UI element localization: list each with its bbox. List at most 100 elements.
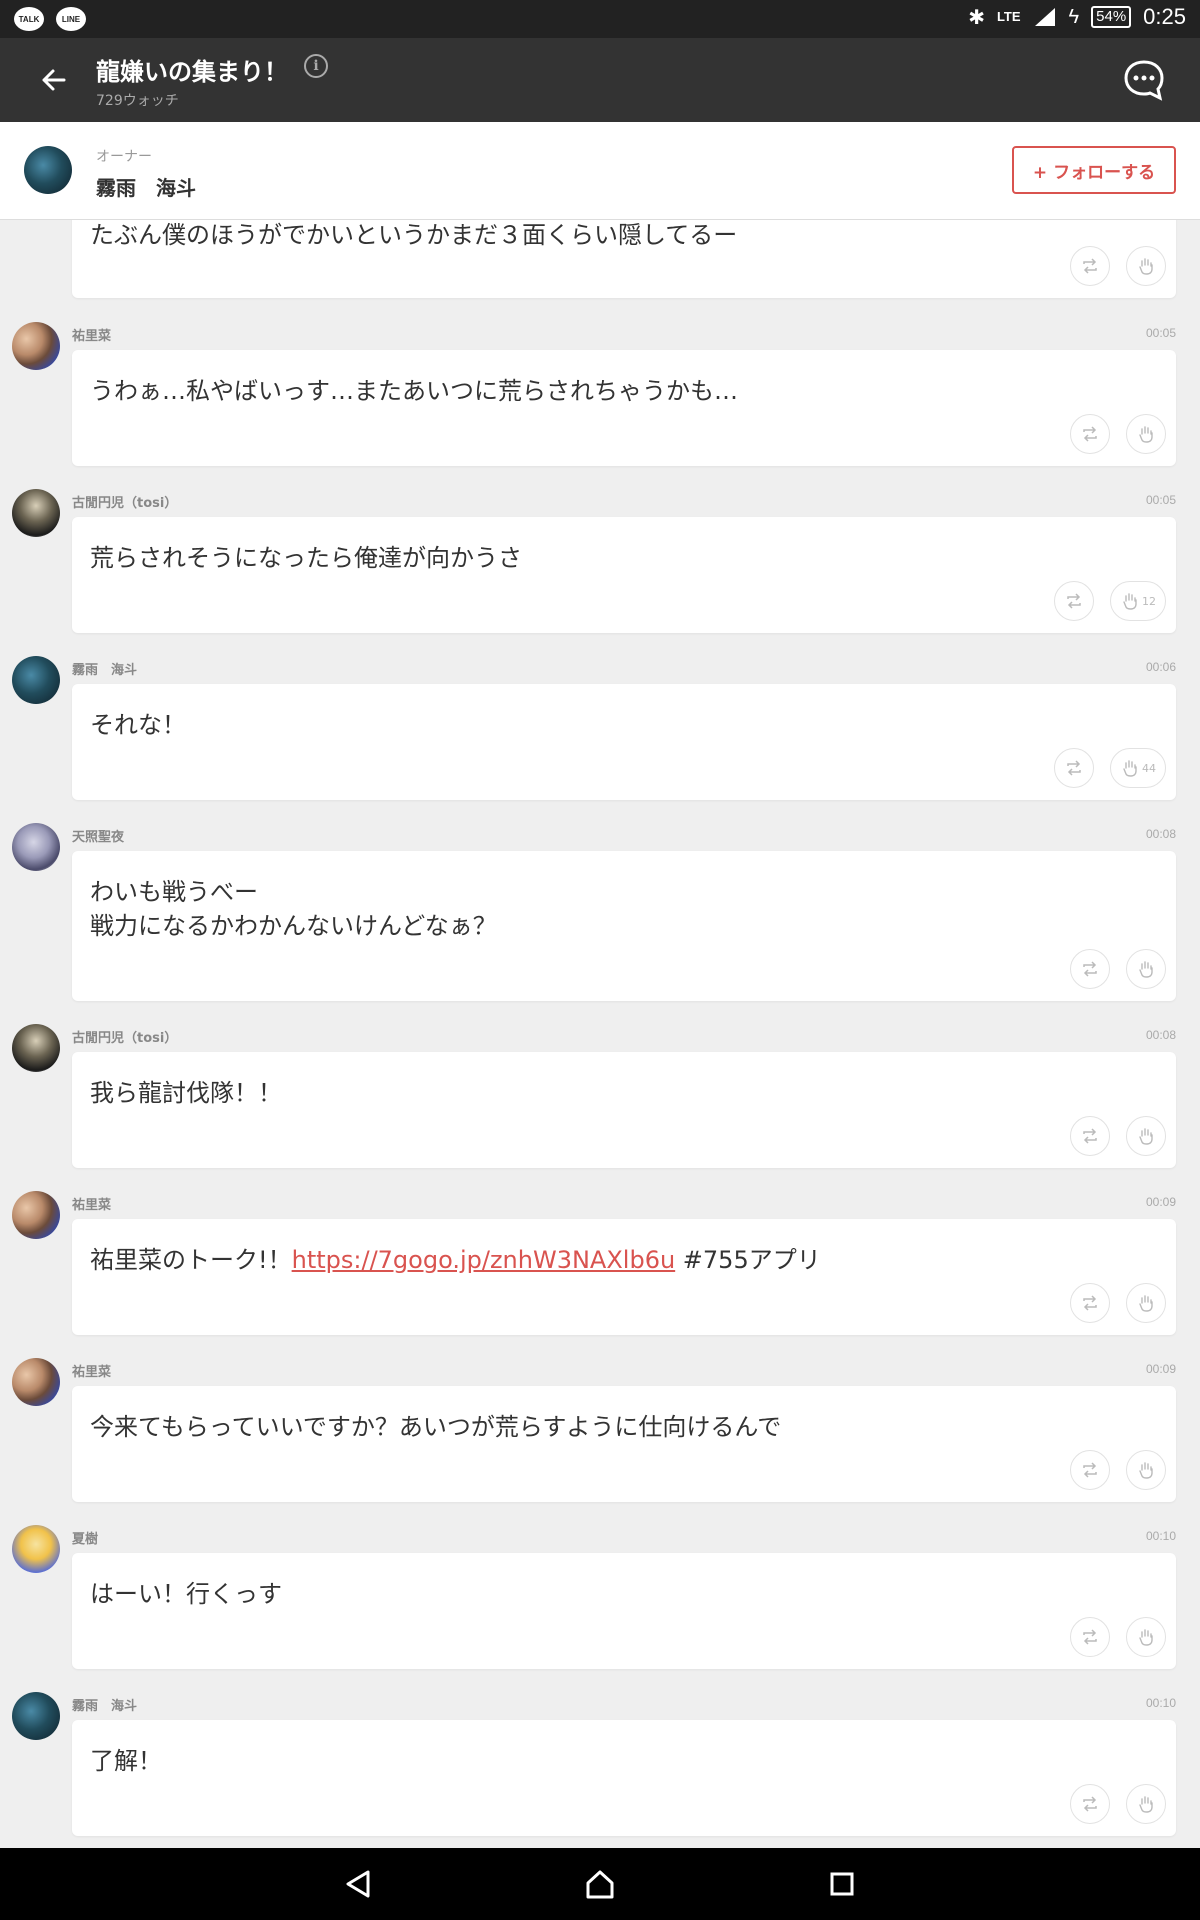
clap-hand-icon <box>1139 1295 1153 1312</box>
message-text: 了解！ <box>90 1747 162 1775</box>
system-nav-bar <box>0 1848 1200 1920</box>
message-card: 今来てもらっていいですか？あいつが荒らすように仕向けるんで <box>72 1386 1176 1502</box>
author-name[interactable]: 祐里菜 <box>72 1194 111 1213</box>
repost-button[interactable] <box>1070 1450 1110 1490</box>
author-name[interactable]: 夏樹 <box>72 1528 98 1547</box>
clap-hand-icon <box>1139 1796 1153 1813</box>
repost-icon <box>1067 760 1081 776</box>
repost-icon <box>1083 1128 1097 1144</box>
message-feed[interactable]: たぶん僕のほうがでかいというかまだ３面くらい隠してるー 祐里菜 00:05 うわ… <box>0 220 1200 1848</box>
owner-avatar[interactable] <box>24 146 72 194</box>
message-card: 祐里菜のトーク!！https://7gogo.jp/znhW3NAXlb6u #… <box>72 1219 1176 1335</box>
message-link[interactable]: https://7gogo.jp/znhW3NAXlb6u <box>292 1246 676 1274</box>
message-text: 祐里菜のトーク!！https://7gogo.jp/znhW3NAXlb6u #… <box>90 1243 821 1277</box>
post-time: 00:10 <box>1145 1696 1176 1710</box>
message-text: 我ら龍討伐隊！！ <box>90 1079 282 1107</box>
repost-button[interactable] <box>1054 581 1094 621</box>
post-time: 00:05 <box>1145 326 1176 340</box>
avatar[interactable] <box>12 656 60 704</box>
repost-button[interactable] <box>1070 1116 1110 1156</box>
square-recent-icon[interactable] <box>824 1866 860 1902</box>
clap-button[interactable]: 44 <box>1110 748 1166 788</box>
status-bar: TALK LINE ✱ LTE ϟ 54% 0:25 <box>0 0 1200 38</box>
clap-button[interactable] <box>1126 1116 1166 1156</box>
signal-icon <box>1034 8 1055 26</box>
info-icon[interactable]: i <box>304 54 328 78</box>
message-text: たぶん僕のほうがでかいというかまだ３面くらい隠してるー <box>90 221 738 249</box>
post-time: 00:08 <box>1145 827 1176 841</box>
post-time: 00:09 <box>1145 1195 1176 1209</box>
clap-button[interactable] <box>1126 1283 1166 1323</box>
bluetooth-icon: ✱ <box>968 6 985 29</box>
watch-count: 729ウォッチ <box>96 93 179 109</box>
clap-hand-icon <box>1139 1128 1153 1145</box>
message-card: たぶん僕のほうがでかいというかまだ３面くらい隠してるー <box>72 220 1176 298</box>
author-name[interactable]: 霧雨 海斗 <box>72 1695 137 1714</box>
clap-button[interactable] <box>1126 246 1166 286</box>
author-name[interactable]: 古閒円児（tosi） <box>72 492 177 511</box>
system-indicators: ✱ LTE ϟ 54% 0:25 <box>968 4 1186 30</box>
message-text: わいも戦うべー 戦力になるかわかんないけんどなぁ？ <box>90 878 497 940</box>
message-card: それな！ 44 <box>72 684 1176 800</box>
clap-hand-icon <box>1139 1462 1153 1479</box>
clap-button[interactable] <box>1126 1450 1166 1490</box>
clap-hand-icon <box>1123 593 1137 610</box>
owner-name[interactable]: 霧雨 海斗 <box>96 172 196 201</box>
repost-button[interactable] <box>1070 414 1110 454</box>
clap-button[interactable]: 12 <box>1110 581 1166 621</box>
repost-button[interactable] <box>1070 1784 1110 1824</box>
clap-hand-icon <box>1139 1629 1153 1646</box>
clap-count: 12 <box>1142 594 1156 608</box>
owner-bar: オーナー 霧雨 海斗 + フォローする <box>0 122 1200 220</box>
home-icon[interactable] <box>582 1866 618 1902</box>
avatar[interactable] <box>12 489 60 537</box>
arrow-left-icon[interactable] <box>34 60 74 100</box>
avatar[interactable] <box>12 1191 60 1239</box>
message-card: うわぁ…私やばいっす…またあいつに荒らされちゃうかも… <box>72 350 1176 466</box>
clap-button[interactable] <box>1126 949 1166 989</box>
repost-icon <box>1067 593 1081 609</box>
repost-icon <box>1083 961 1097 977</box>
chat-bubble-icon[interactable] <box>1122 58 1166 102</box>
repost-icon <box>1083 1629 1097 1645</box>
avatar[interactable] <box>12 1358 60 1406</box>
message-prefix: 祐里菜のトーク!！ <box>90 1246 292 1274</box>
message-card: 了解！ <box>72 1720 1176 1836</box>
author-name[interactable]: 天照聖夜 <box>72 826 124 845</box>
clap-hand-icon <box>1123 760 1137 777</box>
repost-button[interactable] <box>1070 246 1110 286</box>
author-name[interactable]: 祐里菜 <box>72 1361 111 1380</box>
message-card: 我ら龍討伐隊！！ <box>72 1052 1176 1168</box>
avatar[interactable] <box>12 823 60 871</box>
line-app-icon: LINE <box>56 7 86 31</box>
clap-button[interactable] <box>1126 1784 1166 1824</box>
post-time: 00:10 <box>1145 1529 1176 1543</box>
author-name[interactable]: 霧雨 海斗 <box>72 659 137 678</box>
talk-app-icon: TALK <box>14 7 44 31</box>
repost-button[interactable] <box>1070 1283 1110 1323</box>
repost-button[interactable] <box>1070 1617 1110 1657</box>
avatar[interactable] <box>12 1525 60 1573</box>
author-name[interactable]: 祐里菜 <box>72 325 111 344</box>
repost-icon <box>1083 1462 1097 1478</box>
avatar[interactable] <box>12 322 60 370</box>
network-type: LTE <box>996 9 1021 24</box>
clap-button[interactable] <box>1126 414 1166 454</box>
author-name[interactable]: 古閒円児（tosi） <box>72 1027 177 1046</box>
repost-button[interactable] <box>1070 949 1110 989</box>
clap-button[interactable] <box>1126 1617 1166 1657</box>
avatar[interactable] <box>12 1692 60 1740</box>
message-text: 今来てもらっていいですか？あいつが荒らすように仕向けるんで <box>90 1413 782 1441</box>
battery-level: 54% <box>1091 6 1132 28</box>
owner-label: オーナー <box>96 149 152 165</box>
repost-button[interactable] <box>1054 748 1094 788</box>
triangle-back-icon[interactable] <box>340 1866 376 1902</box>
clap-hand-icon <box>1139 426 1153 443</box>
message-card: はーい！行くっす <box>72 1553 1176 1669</box>
clock: 0:25 <box>1143 4 1186 29</box>
message-text: はーい！行くっす <box>90 1580 282 1608</box>
follow-button[interactable]: + フォローする <box>1012 146 1176 194</box>
post-time: 00:08 <box>1145 1028 1176 1042</box>
avatar[interactable] <box>12 1024 60 1072</box>
message-card: わいも戦うべー 戦力になるかわかんないけんどなぁ？ <box>72 851 1176 1001</box>
